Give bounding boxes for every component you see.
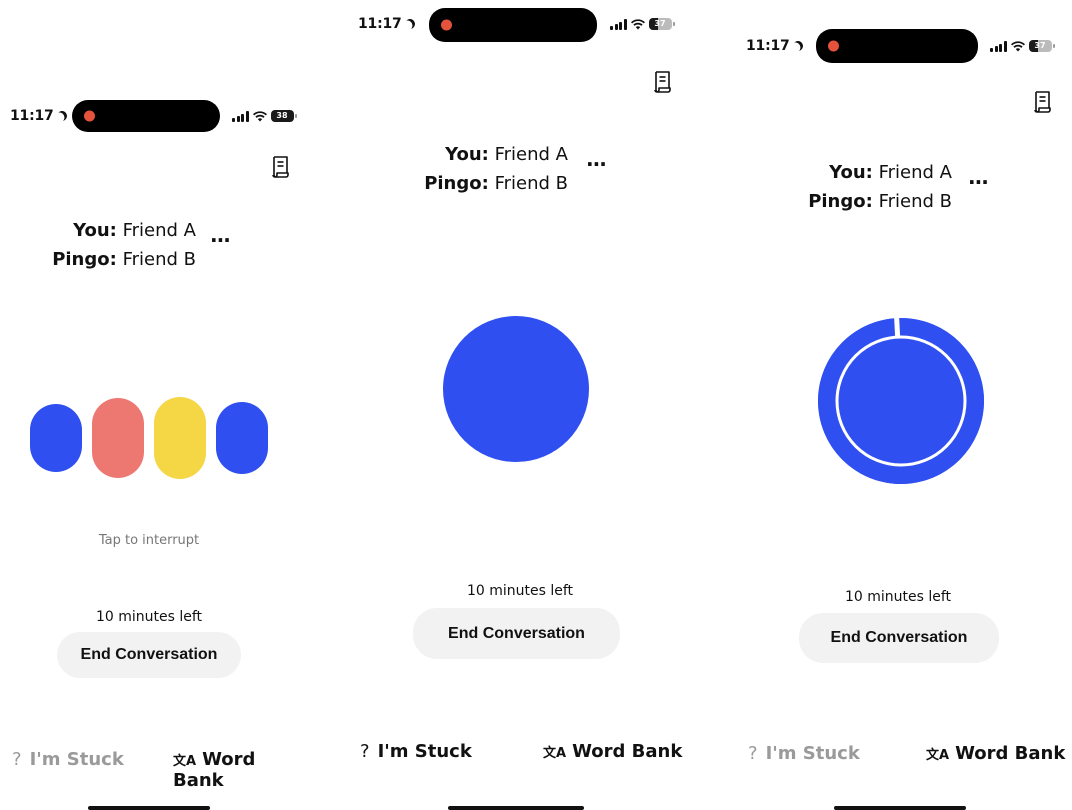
time-left: 10 minutes left — [466, 583, 574, 599]
status-bar: 11:17 37 — [724, 26, 1072, 66]
dynamic-island — [429, 8, 597, 42]
indicator-pill-blue — [30, 404, 82, 472]
clock: 11:17 — [746, 38, 803, 54]
role-assignment: You: Friend A Pingo: Friend B — [44, 216, 196, 274]
translate-icon: 文A — [543, 746, 567, 761]
word-bank-button[interactable]: 文A Word Bank — [926, 743, 1065, 764]
you-label: You: — [829, 162, 873, 183]
you-role: Friend A — [494, 144, 568, 165]
translate-icon: 文A — [926, 748, 950, 763]
pingo-role: Friend B — [878, 191, 952, 212]
battery-icon: 38 — [270, 110, 297, 122]
more-icon[interactable]: ··· — [586, 152, 607, 176]
more-icon[interactable]: ··· — [210, 228, 231, 252]
wifi-icon — [1010, 40, 1025, 51]
battery-icon: 37 — [1028, 40, 1055, 52]
home-indicator — [448, 806, 584, 810]
question-icon: ? — [748, 743, 758, 764]
you-label: You: — [73, 220, 117, 241]
you-label: You: — [445, 144, 489, 165]
record-dot-icon — [441, 19, 452, 31]
signal-icon — [990, 40, 1007, 52]
home-indicator — [834, 806, 966, 810]
im-stuck-button[interactable]: ? I'm Stuck — [360, 741, 472, 762]
pingo-label: Pingo: — [424, 173, 489, 194]
pingo-role: Friend B — [494, 173, 568, 194]
end-conversation-button[interactable]: End Conversation — [413, 608, 620, 659]
indicator-pill-coral — [92, 398, 144, 478]
screen-thinking: 11:17 37 You: Friend A Pingo: Friend B ·… — [724, 0, 1072, 810]
im-stuck-button[interactable]: ? I'm Stuck — [748, 743, 860, 764]
voice-orb[interactable] — [816, 316, 986, 486]
indicator-pill-blue-2 — [216, 402, 268, 474]
moon-icon — [55, 109, 69, 123]
moon-icon — [403, 17, 417, 31]
status-icons: 38 — [232, 110, 297, 122]
you-role: Friend A — [878, 162, 952, 183]
dynamic-island — [72, 100, 220, 132]
question-icon: ? — [360, 741, 370, 762]
screen-listening: 11:17 38 You: Friend A Pingo: Friend B ·… — [0, 0, 298, 810]
time-left: 10 minutes left — [95, 609, 203, 625]
end-conversation-button[interactable]: End Conversation — [799, 613, 999, 663]
time-left: 10 minutes left — [844, 589, 952, 605]
word-bank-button[interactable]: 文A Word Bank — [543, 741, 682, 762]
clock: 11:17 — [358, 16, 415, 32]
you-role: Friend A — [122, 220, 196, 241]
im-stuck-button[interactable]: ? I'm Stuck — [12, 749, 124, 770]
more-icon[interactable]: ··· — [968, 170, 989, 194]
pingo-label: Pingo: — [808, 191, 873, 212]
wifi-icon — [630, 18, 645, 29]
signal-icon — [232, 110, 249, 122]
indicator-pill-yellow — [154, 397, 206, 479]
record-dot-icon — [84, 110, 95, 122]
transcript-icon[interactable] — [652, 70, 674, 94]
moon-icon — [791, 39, 805, 53]
role-assignment: You: Friend A Pingo: Friend B — [800, 158, 952, 216]
wifi-icon — [252, 110, 267, 121]
transcript-icon[interactable] — [270, 155, 292, 179]
pingo-role: Friend B — [122, 249, 196, 270]
pingo-label: Pingo: — [52, 249, 117, 270]
screen-speaking: 11:17 37 You: Friend A Pingo: Friend B ·… — [340, 0, 700, 810]
voice-orb[interactable] — [443, 316, 589, 462]
record-dot-icon — [828, 40, 839, 52]
end-conversation-button[interactable]: End Conversation — [57, 632, 241, 678]
status-icons: 37 — [610, 18, 675, 30]
status-bar: 11:17 37 — [340, 4, 700, 44]
status-icons: 37 — [990, 40, 1055, 52]
battery-icon: 37 — [648, 18, 675, 30]
signal-icon — [610, 18, 627, 30]
home-indicator — [88, 806, 210, 810]
word-bank-button[interactable]: 文A Word Bank — [173, 749, 298, 791]
translate-icon: 文A — [173, 754, 197, 769]
transcript-icon[interactable] — [1032, 90, 1054, 114]
tap-to-interrupt-hint: Tap to interrupt — [98, 533, 200, 548]
role-assignment: You: Friend A Pingo: Friend B — [416, 140, 568, 198]
dynamic-island — [816, 29, 978, 63]
status-bar: 11:17 38 — [0, 96, 298, 136]
question-icon: ? — [12, 749, 22, 770]
clock: 11:17 — [10, 108, 67, 124]
